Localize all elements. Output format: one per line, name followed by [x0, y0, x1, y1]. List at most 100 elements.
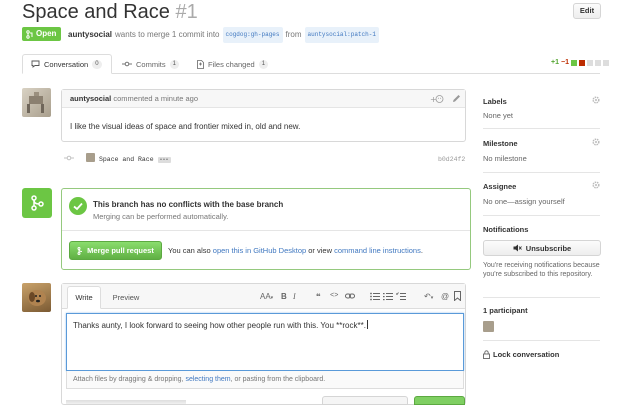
add-reaction-icon[interactable]: +: [430, 94, 444, 104]
commit-sha[interactable]: b0d24f2: [438, 156, 465, 163]
task-list-icon[interactable]: [396, 292, 406, 301]
sidebar-divider: [483, 297, 600, 298]
robot-avatar-icon: [27, 92, 44, 113]
comment-body: I like the visual ideas of space and fro…: [70, 122, 301, 131]
link-icon[interactable]: [345, 292, 355, 300]
merge-text: wants to merge 1 commit into: [115, 30, 220, 39]
file-diff-icon: [197, 59, 204, 69]
pencil-icon[interactable]: [452, 94, 461, 103]
diffstat-block: [602, 59, 609, 66]
diffstat-block: [594, 59, 601, 66]
code-icon[interactable]: <>: [330, 292, 338, 300]
merge-icon-badge: [22, 188, 52, 218]
author-link[interactable]: auntysocial: [68, 28, 112, 42]
milestone-value: No milestone: [483, 154, 527, 163]
reply-icon[interactable]: ↶▾: [424, 292, 433, 301]
notifications-heading: Notifications: [483, 225, 529, 234]
pr-title: Space and Race: [22, 1, 170, 23]
lock-conversation-link[interactable]: Lock conversation: [483, 350, 559, 359]
comment-author[interactable]: auntysocial: [70, 94, 111, 103]
assignee-gear-icon[interactable]: [592, 181, 600, 191]
diffstat-block: [578, 59, 585, 66]
text-size-icon[interactable]: AA▾: [260, 292, 273, 301]
milestone-gear-icon[interactable]: [592, 138, 600, 148]
comment-submit-button[interactable]: [414, 396, 465, 405]
diff-deletions: −1: [560, 59, 569, 66]
unsubscribe-button[interactable]: Unsubscribe: [483, 240, 601, 256]
numbered-list-icon[interactable]: [383, 292, 393, 301]
sidebar-divider: [483, 172, 600, 173]
merge-status-subtitle: Merging can be performed automatically.: [93, 212, 229, 221]
participant-avatar[interactable]: [483, 321, 494, 332]
pull-request-icon: [26, 29, 33, 39]
pr-number: #1: [175, 1, 198, 23]
check-circle-icon: [69, 197, 87, 215]
command-line-link[interactable]: command line instructions: [334, 246, 421, 255]
quote-icon[interactable]: ❝: [316, 292, 321, 301]
expand-ellipsis[interactable]: •••: [157, 157, 171, 163]
diffstat: +1 −1: [551, 59, 609, 66]
tab-count: 0: [92, 59, 102, 69]
pr-meta: auntysocial wants to merge 1 commit into…: [68, 27, 382, 43]
labels-heading[interactable]: Labels: [483, 97, 507, 106]
commit-message[interactable]: Space and Race •••: [99, 156, 171, 163]
comment-icon: [31, 60, 40, 68]
tab-preview[interactable]: Preview: [106, 286, 146, 309]
git-merge-icon: [31, 195, 44, 211]
open-desktop-link[interactable]: open this in GitHub Desktop: [213, 246, 306, 255]
select-files-link[interactable]: selecting them: [185, 376, 230, 383]
tab-label: Commits: [136, 59, 166, 69]
bold-icon[interactable]: B: [281, 292, 287, 301]
bullet-list-icon[interactable]: [370, 292, 380, 301]
comment-meta: auntysocial commented a minute ago: [70, 94, 198, 103]
tab-count: 1: [258, 59, 269, 69]
close-pull-request-button[interactable]: [322, 396, 408, 405]
sidebar-divider: [483, 215, 600, 216]
mention-icon[interactable]: @: [441, 292, 449, 301]
merge-pull-request-button[interactable]: Merge pull request: [69, 241, 162, 260]
tab-conversation[interactable]: Conversation 0: [22, 54, 112, 74]
text-caret: [366, 320, 368, 329]
merge-divider: [62, 230, 470, 231]
notifications-notice: You're receiving notifications because y…: [483, 262, 600, 278]
labels-value: None yet: [483, 111, 514, 120]
state-label: Open: [36, 29, 57, 38]
assignee-heading[interactable]: Assignee: [483, 182, 516, 191]
current-user-avatar[interactable]: [22, 283, 51, 312]
page-title: Space and Race #1: [22, 1, 198, 24]
comment-textarea-value: Thanks aunty, I look forward to seeing h…: [73, 320, 368, 330]
labels-gear-icon[interactable]: [592, 96, 600, 106]
tab-label: Files changed: [208, 59, 255, 69]
tab-write[interactable]: Write: [67, 286, 101, 309]
milestone-heading[interactable]: Milestone: [483, 139, 518, 148]
mute-icon: [513, 244, 522, 252]
head-branch[interactable]: auntysocial:patch-1: [304, 27, 379, 43]
edit-button[interactable]: Edit: [573, 3, 601, 19]
bookmark-icon[interactable]: [454, 291, 461, 301]
merge-alternatives: You can also open this in GitHub Desktop…: [168, 246, 423, 255]
from-text: from: [285, 30, 302, 39]
tab-files-changed[interactable]: Files changed 1: [197, 54, 269, 74]
sidebar-divider: [483, 340, 600, 341]
tab-commits[interactable]: Commits 1: [122, 54, 179, 74]
commit-avatar[interactable]: [86, 153, 95, 162]
avatar[interactable]: [22, 88, 51, 117]
diffstat-block: [570, 59, 577, 66]
assignee-value[interactable]: No one—assign yourself: [483, 197, 565, 206]
styling-hint-partial: [66, 400, 186, 404]
git-merge-icon: [77, 246, 83, 255]
participants-heading: 1 participant: [483, 306, 528, 315]
diff-additions: +1: [551, 59, 559, 66]
attach-files-hint: Attach files by dragging & dropping, sel…: [73, 376, 326, 383]
commit-icon: [122, 61, 132, 67]
comment-time[interactable]: commented a minute ago: [113, 94, 198, 103]
tab-count: 1: [169, 59, 179, 69]
merge-status-title: This branch has no conflicts with the ba…: [93, 200, 284, 209]
base-branch[interactable]: cogdog:gh-pages: [222, 27, 283, 43]
state-badge: Open: [22, 27, 62, 41]
diffstat-block: [586, 59, 593, 66]
sidebar-divider: [483, 128, 600, 129]
dog-avatar-icon: [28, 290, 46, 306]
italic-icon[interactable]: I: [293, 292, 296, 301]
lock-icon: [483, 350, 490, 359]
